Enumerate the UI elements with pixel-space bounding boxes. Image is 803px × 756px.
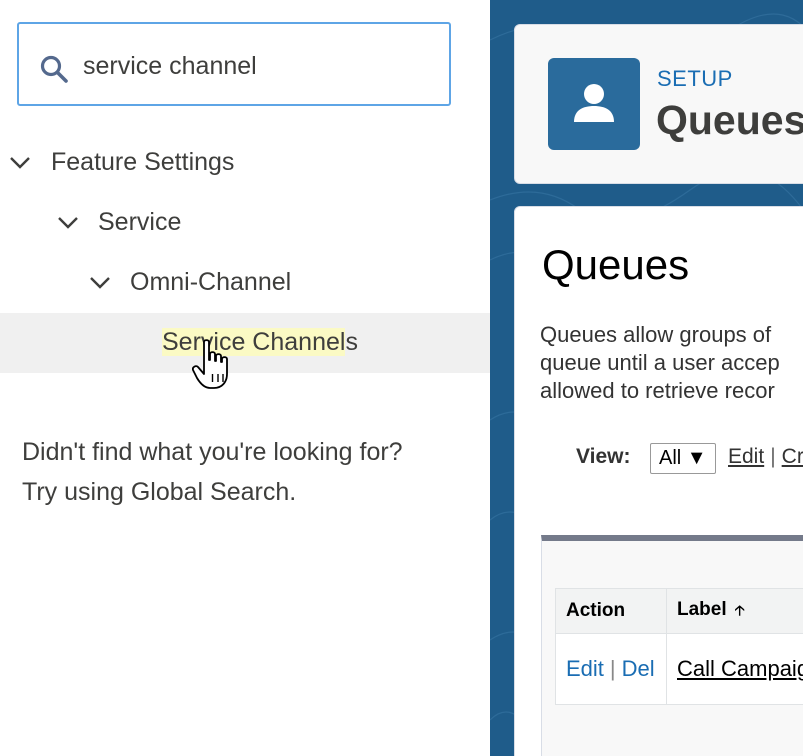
label-cell: Call Campaig [666, 633, 803, 705]
table-row: Edit | Del Call Campaig [555, 633, 803, 705]
view-select[interactable]: All ▼ [650, 443, 716, 474]
queue-user-icon [548, 58, 640, 150]
separator: | [609, 656, 616, 681]
view-label: View: [576, 445, 631, 468]
no-results-line: Didn't find what you're looking for? [22, 438, 403, 466]
column-header-action: Action [555, 588, 667, 634]
tree-item-omni-channel[interactable]: Omni-Channel [0, 253, 490, 313]
delete-row-link[interactable]: Del [622, 656, 655, 681]
setup-breadcrumb: SETUP [657, 66, 733, 91]
view-select-value: All [659, 447, 682, 469]
action-cell: Edit | Del [555, 633, 667, 705]
column-header-label[interactable]: Label 🡡 [666, 588, 803, 634]
queue-table: Action Label 🡡 Edit | Del Call Campaig [555, 588, 803, 705]
chevron-down-icon[interactable] [8, 151, 32, 175]
tree-item-service-channels[interactable]: Service Channels [0, 313, 490, 373]
dropdown-arrow-icon: ▼ [686, 447, 707, 469]
sort-ascending-icon: 🡡 [734, 601, 745, 618]
setup-sidebar: Feature Settings Service Omni-Channel Se… [0, 0, 490, 756]
separator: | [770, 445, 776, 468]
setup-content-area: SETUP Queues Queues Queues allow groups … [490, 0, 803, 756]
global-search-hint: Try using Global Search. [22, 478, 297, 506]
tree-item-label: Service [98, 208, 182, 236]
column-header-label-text: Label [677, 598, 727, 620]
tree-item-label: Omni-Channel [130, 268, 292, 296]
search-icon [39, 54, 69, 84]
tree-item-feature-settings[interactable]: Feature Settings [0, 133, 490, 193]
chevron-down-icon[interactable] [56, 211, 80, 235]
label-suffix: s [345, 328, 358, 356]
description-line: Queues allow groups of [540, 322, 772, 347]
section-title: Queues [542, 241, 690, 288]
tree-item-service[interactable]: Service [0, 193, 490, 253]
no-results-message: Didn't find what you're looking for? Try… [22, 432, 482, 512]
queue-list-block: Action Label 🡡 Edit | Del Call Campaig [541, 535, 803, 756]
content-card: Queues Queues allow groups of queue unti… [514, 206, 803, 756]
queue-name-link[interactable]: Call Campaig [677, 656, 803, 681]
view-actions: Edit | Cr [728, 445, 803, 469]
chevron-down-icon[interactable] [88, 271, 112, 295]
table-header-row: Action Label 🡡 [555, 588, 803, 634]
hand-pointer-cursor-icon [191, 338, 234, 394]
edit-view-link[interactable]: Edit [728, 445, 764, 468]
quick-find-input[interactable] [83, 48, 433, 84]
edit-row-link[interactable]: Edit [566, 656, 604, 681]
quick-find-box[interactable] [17, 22, 451, 106]
create-view-link[interactable]: Cr [782, 445, 803, 468]
section-description: Queues allow groups of queue until a use… [540, 321, 780, 405]
page-title: Queues [656, 97, 803, 143]
tree-item-label: Feature Settings [51, 148, 235, 176]
description-line: allowed to retrieve recor [540, 378, 775, 403]
description-line: queue until a user accep [540, 350, 780, 375]
search-match-highlight: Service Channel [162, 328, 346, 356]
page-header: SETUP Queues [514, 24, 803, 184]
